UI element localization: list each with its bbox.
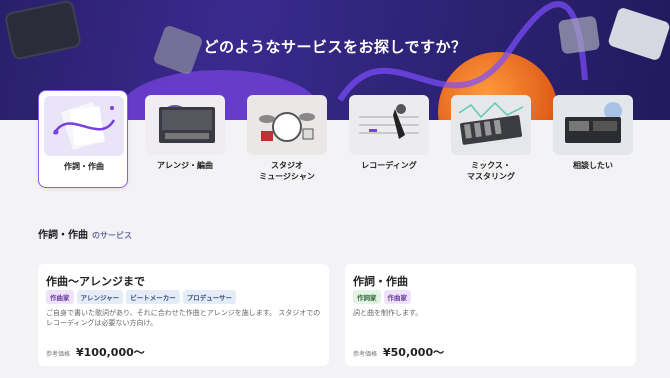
tag: アレンジャー [76, 290, 124, 304]
arrange-thumbnail [145, 95, 225, 155]
mix-mastering-thumbnail [451, 95, 531, 155]
price: ¥50,000〜 [383, 346, 445, 359]
category-consult[interactable]: 相談したい [548, 90, 638, 188]
service-description: 詞と曲を制作します。 [353, 309, 423, 317]
hero-title: どのようなサービスをお探しですか？ [203, 38, 467, 56]
tag-list: 作詞家 作曲家 [353, 290, 411, 304]
section-title: 作詞・作曲 [38, 230, 88, 241]
tag: ビートメーカー [126, 290, 180, 304]
category-mix-mastering[interactable]: ミックス・ マスタリング [446, 90, 536, 188]
tag: 作曲家 [383, 290, 411, 304]
service-title: 作曲〜アレンジまで [46, 275, 145, 288]
service-card[interactable]: 作詞・作曲 作詞家 作曲家 詞と曲を制作します。 参考価格 ¥50,000〜 [345, 264, 636, 366]
service-title: 作詞・作曲 [353, 275, 408, 288]
studio-musician-thumbnail [247, 95, 327, 155]
category-label: スタジオ ミュージシャン [259, 161, 315, 181]
category-label: 作詞・作曲 [64, 162, 104, 171]
price-label: 参考価格 [46, 351, 71, 358]
tag-list: 作曲家 アレンジャー ビートメーカー プロデューサー [46, 290, 237, 304]
category-recording[interactable]: レコーディング [344, 90, 434, 188]
recording-thumbnail [349, 95, 429, 155]
section-heading: 作詞・作曲 のサービス [38, 226, 132, 241]
category-arrange[interactable]: アレンジ・編曲 [140, 90, 230, 188]
category-label: アレンジ・編曲 [157, 161, 213, 170]
category-list: 作詞・作曲 アレンジ・編曲 スタジオ ミュージシャン レコーディング ミックス・… [38, 90, 638, 190]
category-songwriting[interactable]: 作詞・作曲 [38, 90, 128, 188]
category-label: レコーディング [361, 161, 417, 170]
price: ¥100,000〜 [76, 346, 145, 359]
tag: プロデューサー [182, 290, 237, 304]
category-label: ミックス・ マスタリング [467, 161, 515, 181]
tag: 作曲家 [46, 290, 74, 304]
consult-thumbnail [553, 95, 633, 155]
section-subtitle: のサービス [92, 231, 132, 240]
tag: 作詞家 [353, 290, 381, 304]
category-label: 相談したい [573, 161, 613, 170]
price-label: 参考価格 [353, 351, 378, 358]
category-studio-musician[interactable]: スタジオ ミュージシャン [242, 90, 332, 188]
songwriting-thumbnail [44, 96, 124, 156]
service-description: ご自身で書いた歌詞があり、それに合わせた作曲とアレンジを施します。 スタジオでの… [46, 309, 321, 327]
service-card[interactable]: 作曲〜アレンジまで 作曲家 アレンジャー ビートメーカー プロデューサー ご自身… [38, 264, 329, 366]
